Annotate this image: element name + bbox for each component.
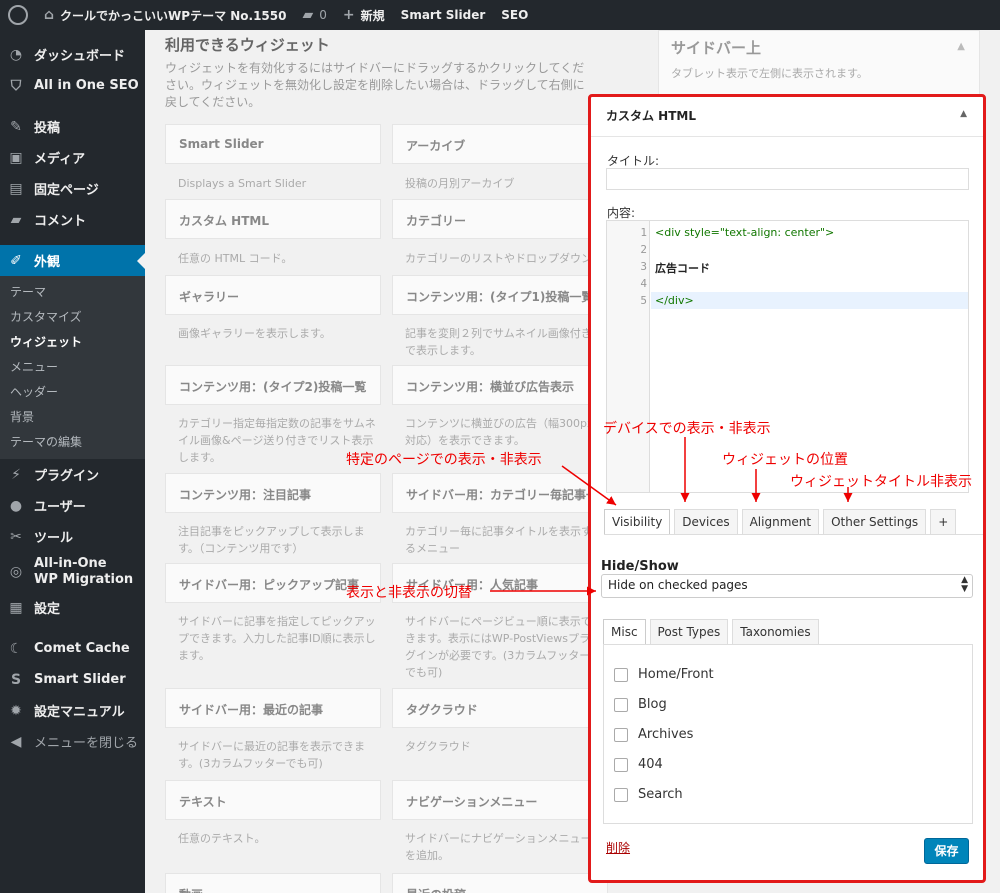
arrow-visibility	[561, 465, 617, 506]
annotation-arrows	[490, 437, 853, 596]
